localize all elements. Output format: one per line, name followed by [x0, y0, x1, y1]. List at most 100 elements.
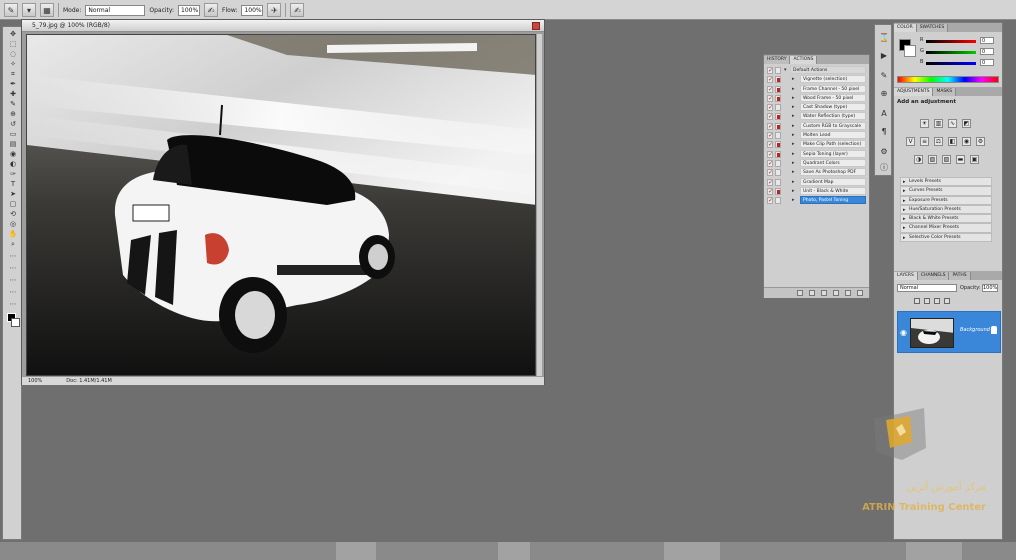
expand-triangle-icon[interactable]: ▸	[792, 75, 795, 84]
channel-mixer-icon[interactable]: ⚙	[976, 137, 985, 146]
zoom-tool-icon[interactable]: ⌕	[7, 241, 19, 248]
action-row[interactable]: ▸ Unit - Black & White	[766, 186, 867, 196]
action-row[interactable]: ▸ Cast Shadow (type)	[766, 103, 867, 112]
airbrush-icon[interactable]: ✈	[267, 3, 282, 17]
expand-triangle-icon[interactable]: ▸	[792, 140, 795, 149]
crop-tool-icon[interactable]: ⌗	[7, 71, 19, 78]
action-toggle-checkbox[interactable]	[767, 112, 773, 121]
tool-option-icon[interactable]: ⋯	[7, 253, 19, 260]
dialog-toggle-checkbox[interactable]	[775, 113, 781, 121]
background-color-swatch[interactable]	[11, 318, 20, 327]
tool-option-icon[interactable]: ⋯	[7, 301, 19, 308]
expand-triangle-icon[interactable]: ▾	[784, 66, 787, 75]
action-row[interactable]: ▸ Vignette (selection)	[766, 75, 867, 84]
expand-triangle-icon[interactable]: ▸	[792, 178, 795, 187]
hue-saturation-icon[interactable]: ≡	[920, 137, 929, 146]
tab-history[interactable]: History	[764, 56, 791, 64]
paragraph-panel-icon[interactable]: ¶	[879, 127, 889, 137]
hand-tool-icon[interactable]: ✋	[7, 231, 19, 238]
clone-stamp-tool-icon[interactable]: ⊕	[7, 111, 19, 118]
tool-option-icon[interactable]: ⋯	[7, 265, 19, 272]
move-tool-icon[interactable]: ✥	[7, 31, 19, 38]
lock-position-icon[interactable]	[934, 298, 940, 304]
dialog-toggle-checkbox[interactable]	[775, 197, 781, 205]
adjustment-preset-item[interactable]: Curves Presets	[900, 186, 992, 196]
photo-filter-icon[interactable]: ◉	[962, 137, 971, 146]
actions-panel-icon[interactable]: ▶	[879, 51, 889, 61]
lock-transparency-icon[interactable]	[914, 298, 920, 304]
action-row[interactable]: ▸ Molten Lead	[766, 131, 867, 140]
color-background-swatch[interactable]	[904, 45, 916, 57]
expand-triangle-icon[interactable]: ▸	[792, 103, 795, 112]
action-row[interactable]: ▸ Gradient Map	[766, 177, 867, 187]
expand-triangle-icon[interactable]: ▸	[792, 112, 795, 121]
character-panel-icon[interactable]: A	[879, 109, 889, 119]
action-toggle-checkbox[interactable]	[767, 94, 773, 103]
adjustment-preset-item[interactable]: Channel Mixer Presets	[900, 223, 992, 233]
action-row[interactable]: ▸ Custom RGB to Grayscale	[766, 121, 867, 131]
eyedropper-tool-icon[interactable]: ✒	[7, 81, 19, 88]
dialog-toggle-checkbox[interactable]	[775, 132, 781, 140]
adjustment-preset-item[interactable]: Levels Presets	[900, 177, 992, 187]
action-row[interactable]: ▸ Frame Channel - 50 pixel	[766, 84, 867, 94]
type-tool-icon[interactable]: T	[7, 181, 19, 188]
layer-opacity-field[interactable]: 100%	[982, 284, 998, 292]
info-panel-icon[interactable]: ⓘ	[879, 163, 889, 173]
action-toggle-checkbox[interactable]	[767, 66, 773, 75]
tab-color[interactable]: Color	[894, 24, 917, 32]
black-white-icon[interactable]: ◧	[948, 137, 957, 146]
action-row[interactable]: ▸ Photo, Pastel Toning	[766, 196, 867, 205]
green-value-field[interactable]: 0	[980, 48, 994, 55]
tool-presets-panel-icon[interactable]: ⚙	[879, 147, 889, 157]
expand-triangle-icon[interactable]: ▸	[792, 168, 795, 177]
brush-tool-icon[interactable]: ✎	[4, 3, 18, 17]
blue-value-field[interactable]: 0	[980, 59, 994, 66]
blend-mode-select[interactable]: Normal	[897, 284, 957, 292]
dialog-toggle-checkbox[interactable]	[775, 122, 781, 130]
blue-track[interactable]	[926, 62, 976, 65]
lock-all-icon[interactable]	[944, 298, 950, 304]
vibrance-icon[interactable]: V	[906, 137, 915, 146]
dialog-toggle-checkbox[interactable]	[775, 85, 781, 93]
dialog-toggle-checkbox[interactable]	[775, 141, 781, 149]
healing-brush-tool-icon[interactable]: ✚	[7, 91, 19, 98]
action-toggle-checkbox[interactable]	[767, 178, 773, 187]
action-set-row[interactable]: ▾Default Actions	[766, 66, 867, 75]
curves-icon[interactable]: ∿	[948, 119, 957, 128]
new-action-button[interactable]	[845, 290, 851, 296]
flow-field[interactable]: 100%	[241, 4, 264, 16]
document-close-button[interactable]	[532, 22, 540, 30]
action-toggle-checkbox[interactable]	[767, 168, 773, 177]
eraser-tool-icon[interactable]: ▭	[7, 131, 19, 138]
adjustment-preset-item[interactable]: Hue/Saturation Presets	[900, 204, 992, 215]
expand-triangle-icon[interactable]: ▸	[792, 150, 795, 159]
tool-option-icon[interactable]: ⋯	[7, 277, 19, 284]
exposure-icon[interactable]: ◩	[962, 119, 971, 128]
expand-triangle-icon[interactable]: ▸	[792, 122, 795, 131]
3d-rotate-tool-icon[interactable]: ⟲	[7, 211, 19, 218]
dialog-toggle-checkbox[interactable]	[775, 150, 781, 158]
levels-icon[interactable]: ▥	[934, 119, 943, 128]
gradient-tool-icon[interactable]: ▤	[7, 141, 19, 148]
opacity-field[interactable]: 100%	[178, 4, 201, 16]
color-balance-icon[interactable]: ⚖	[934, 137, 943, 146]
adjustment-preset-item[interactable]: Black & White Presets	[900, 214, 992, 224]
tab-paths[interactable]: Paths	[949, 272, 971, 280]
action-toggle-checkbox[interactable]	[767, 140, 773, 149]
tab-adjustments[interactable]: Adjustments	[894, 88, 934, 96]
stop-action-button[interactable]	[797, 290, 803, 296]
history-brush-tool-icon[interactable]: ↺	[7, 121, 19, 128]
delete-action-button[interactable]	[857, 290, 863, 296]
tab-swatches[interactable]: Swatches	[916, 24, 949, 32]
record-action-button[interactable]	[809, 290, 815, 296]
layer-row-background[interactable]: ◉ Background	[897, 311, 1001, 353]
document-scrollbar[interactable]	[537, 34, 542, 376]
action-row[interactable]: ▸ Wood Frame - 50 pixel	[766, 93, 867, 103]
action-row[interactable]: ▸ Save As Photoshop PDF	[766, 168, 867, 177]
action-toggle-checkbox[interactable]	[767, 159, 773, 168]
tool-option-icon[interactable]: ⋯	[7, 289, 19, 296]
quick-selection-tool-icon[interactable]: ✧	[7, 61, 19, 68]
action-toggle-checkbox[interactable]	[767, 187, 773, 196]
blur-tool-icon[interactable]: ◉	[7, 151, 19, 158]
marquee-tool-icon[interactable]: ⬚	[7, 41, 19, 48]
